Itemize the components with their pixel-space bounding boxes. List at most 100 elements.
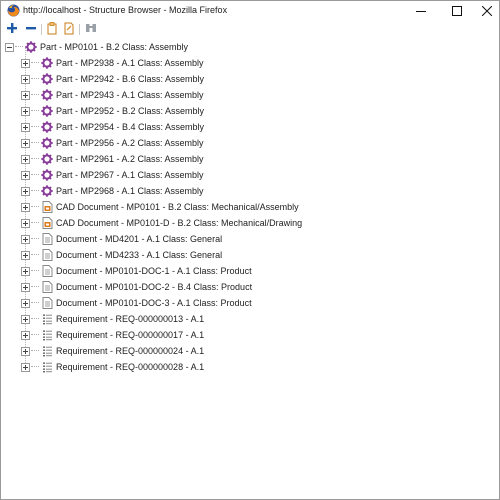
tree-row[interactable]: CAD Document - MP0101-D - B.2 Class: Mec… xyxy=(21,215,302,231)
collapse-toggle[interactable] xyxy=(5,42,14,52)
tree-connector xyxy=(31,110,39,112)
tree-row[interactable]: Part - MP2954 - B.4 Class: Assembly xyxy=(21,119,204,135)
tree-root-row[interactable]: Part - MP0101 - B.2 Class: Assembly xyxy=(5,39,188,55)
expand-toggle[interactable] xyxy=(21,234,30,244)
tree-node-label[interactable]: Part - MP2961 - A.2 Class: Assembly xyxy=(56,154,204,164)
tree-node-label[interactable]: Document - MD4201 - A.1 Class: General xyxy=(56,234,222,244)
gear-icon xyxy=(41,73,53,85)
expand-toggle[interactable] xyxy=(21,202,30,212)
tree-row[interactable]: Requirement - REQ-000000017 - A.1 xyxy=(21,327,204,343)
document-icon xyxy=(41,297,53,309)
tree-row[interactable]: Document - MD4201 - A.1 Class: General xyxy=(21,231,222,247)
tree-row[interactable]: Document - MD4233 - A.1 Class: General xyxy=(21,247,222,263)
gear-icon xyxy=(25,41,37,53)
tree-connector xyxy=(31,270,39,272)
expand-toggle[interactable] xyxy=(21,186,30,196)
tree-node-label[interactable]: Document - MP0101-DOC-3 - A.1 Class: Pro… xyxy=(56,298,252,308)
expand-toggle[interactable] xyxy=(21,362,30,372)
requirement-icon xyxy=(41,313,53,325)
tree-node-label[interactable]: Requirement - REQ-000000024 - A.1 xyxy=(56,346,204,356)
tree-node-label[interactable]: Part - MP2943 - A.1 Class: Assembly xyxy=(56,90,204,100)
tree-row[interactable]: Part - MP2956 - A.2 Class: Assembly xyxy=(21,135,204,151)
plus-icon xyxy=(6,22,18,36)
browser-window: http://localhost - Structure Browser - M… xyxy=(0,0,500,500)
tree-row[interactable]: Document - MP0101-DOC-3 - A.1 Class: Pro… xyxy=(21,295,252,311)
firefox-icon xyxy=(7,4,20,17)
tree-node-label[interactable]: Part - MP2942 - B.6 Class: Assembly xyxy=(56,74,204,84)
tree-connector xyxy=(31,94,39,96)
tree-node-label[interactable]: Part - MP2968 - A.1 Class: Assembly xyxy=(56,186,204,196)
gear-icon xyxy=(41,137,53,149)
expand-toggle[interactable] xyxy=(21,122,30,132)
tree-row[interactable]: Part - MP2952 - B.2 Class: Assembly xyxy=(21,103,204,119)
tree-node-label[interactable]: CAD Document - MP0101 - B.2 Class: Mecha… xyxy=(56,202,299,212)
expand-all-button[interactable] xyxy=(5,22,19,36)
expand-toggle[interactable] xyxy=(21,58,30,68)
document-edit-icon xyxy=(63,22,75,37)
title-bar: http://localhost - Structure Browser - M… xyxy=(1,1,499,21)
expand-toggle[interactable] xyxy=(21,282,30,292)
tree-connector xyxy=(31,174,39,176)
expand-toggle[interactable] xyxy=(21,154,30,164)
tree-node-label[interactable]: Document - MP0101-DOC-2 - B.4 Class: Pro… xyxy=(56,282,252,292)
tree-connector xyxy=(31,318,39,320)
tree-node-label[interactable]: Part - MP2952 - B.2 Class: Assembly xyxy=(56,106,204,116)
tree-row[interactable]: CAD Document - MP0101 - B.2 Class: Mecha… xyxy=(21,199,299,215)
gear-icon xyxy=(41,105,53,117)
tree-row[interactable]: Document - MP0101-DOC-1 - A.1 Class: Pro… xyxy=(21,263,252,279)
gear-icon xyxy=(41,153,53,165)
tree-node-label[interactable]: Document - MD4233 - A.1 Class: General xyxy=(56,250,222,260)
clipboard-icon xyxy=(46,21,58,37)
tree-row[interactable]: Part - MP2967 - A.1 Class: Assembly xyxy=(21,167,204,183)
expand-toggle[interactable] xyxy=(21,218,30,228)
tree-row[interactable]: Part - MP2943 - A.1 Class: Assembly xyxy=(21,87,204,103)
minimize-button[interactable] xyxy=(406,1,436,21)
copy-button[interactable] xyxy=(45,21,59,37)
tree-row[interactable]: Requirement - REQ-000000028 - A.1 xyxy=(21,359,204,375)
tree-connector xyxy=(31,126,39,128)
window-title: http://localhost - Structure Browser - M… xyxy=(23,5,228,15)
tree-node-label[interactable]: Requirement - REQ-000000028 - A.1 xyxy=(56,362,204,372)
tree-row[interactable]: Part - MP2942 - B.6 Class: Assembly xyxy=(21,71,204,87)
tree-connector xyxy=(31,78,39,80)
cad-document-icon xyxy=(41,201,53,213)
expand-toggle[interactable] xyxy=(21,266,30,276)
tree-row[interactable]: Requirement - REQ-000000013 - A.1 xyxy=(21,311,204,327)
tree-node-label[interactable]: Part - MP2954 - B.4 Class: Assembly xyxy=(56,122,204,132)
expand-toggle[interactable] xyxy=(21,250,30,260)
collapse-all-button[interactable] xyxy=(24,22,38,36)
edit-button[interactable] xyxy=(62,22,76,36)
gear-icon xyxy=(41,121,53,133)
tree-node-label[interactable]: CAD Document - MP0101-D - B.2 Class: Mec… xyxy=(56,218,302,228)
expand-toggle[interactable] xyxy=(21,346,30,356)
expand-toggle[interactable] xyxy=(21,138,30,148)
expand-toggle[interactable] xyxy=(21,170,30,180)
tree-connector xyxy=(31,142,39,144)
tree-row[interactable]: Part - MP2938 - A.1 Class: Assembly xyxy=(21,55,204,71)
tree-node-label[interactable]: Part - MP2956 - A.2 Class: Assembly xyxy=(56,138,204,148)
tree-row[interactable]: Part - MP2961 - A.2 Class: Assembly xyxy=(21,151,204,167)
expand-toggle[interactable] xyxy=(21,298,30,308)
tree-node-label[interactable]: Part - MP2938 - A.1 Class: Assembly xyxy=(56,58,204,68)
expand-toggle[interactable] xyxy=(21,314,30,324)
requirement-icon xyxy=(41,361,53,373)
tree-node-label[interactable]: Part - MP0101 - B.2 Class: Assembly xyxy=(40,42,188,52)
tree-node-label[interactable]: Document - MP0101-DOC-1 - A.1 Class: Pro… xyxy=(56,266,252,276)
compare-button[interactable] xyxy=(84,22,98,36)
expand-toggle[interactable] xyxy=(21,330,30,340)
tree-row[interactable]: Requirement - REQ-000000024 - A.1 xyxy=(21,343,204,359)
expand-toggle[interactable] xyxy=(21,90,30,100)
tree-row[interactable]: Part - MP2968 - A.1 Class: Assembly xyxy=(21,183,204,199)
tree-connector xyxy=(31,334,39,336)
document-icon xyxy=(41,281,53,293)
binoculars-icon xyxy=(85,22,97,36)
maximize-button[interactable] xyxy=(442,1,472,21)
expand-toggle[interactable] xyxy=(21,106,30,116)
close-button[interactable] xyxy=(472,1,500,21)
tree-connector xyxy=(31,222,39,224)
expand-toggle[interactable] xyxy=(21,74,30,84)
tree-node-label[interactable]: Requirement - REQ-000000013 - A.1 xyxy=(56,314,204,324)
tree-row[interactable]: Document - MP0101-DOC-2 - B.4 Class: Pro… xyxy=(21,279,252,295)
tree-node-label[interactable]: Requirement - REQ-000000017 - A.1 xyxy=(56,330,204,340)
tree-node-label[interactable]: Part - MP2967 - A.1 Class: Assembly xyxy=(56,170,204,180)
